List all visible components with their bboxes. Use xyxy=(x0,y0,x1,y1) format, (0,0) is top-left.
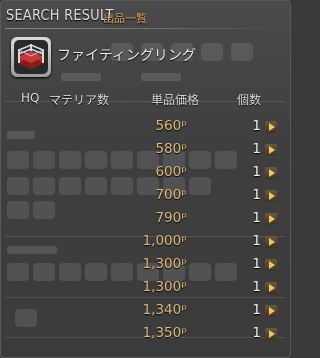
play-arrow-icon[interactable] xyxy=(265,144,277,156)
window-header: SEARCH RESULT 出品一覧 xyxy=(1,1,290,29)
window-title: SEARCH RESULT xyxy=(6,6,114,24)
listing-price: 1,000ᵖ xyxy=(142,233,187,249)
listing-price: 600ᵖ xyxy=(155,164,187,180)
fighting-ring-icon[interactable] xyxy=(11,37,51,77)
listing-row[interactable]: 1,340ᵖ 1 xyxy=(5,299,283,321)
listing-quantity: 1 xyxy=(252,233,261,249)
listing-price: 700ᵖ xyxy=(155,187,187,203)
listing-price: 580ᵖ xyxy=(155,141,187,157)
play-arrow-icon[interactable] xyxy=(265,328,277,340)
listing-row[interactable]: 1,000ᵖ 1 xyxy=(5,230,283,252)
listing-quantity: 1 xyxy=(252,118,261,134)
play-arrow-icon[interactable] xyxy=(265,282,277,294)
play-arrow-icon[interactable] xyxy=(265,121,277,133)
listing-quantity: 1 xyxy=(252,256,261,272)
listing-quantity: 1 xyxy=(252,302,261,318)
item-name: ファイティングリング xyxy=(57,48,196,64)
listing-quantity: 1 xyxy=(252,141,261,157)
column-header-unit-price[interactable]: 単品価格 xyxy=(151,91,199,108)
listing-row[interactable]: 560ᵖ 1 xyxy=(5,115,283,137)
window-subtitle: 出品一覧 xyxy=(103,12,147,25)
listing-price: 1,300ᵖ xyxy=(142,256,187,272)
listing-row[interactable]: 1,300ᵖ 1 xyxy=(5,276,283,298)
listing-price: 560ᵖ xyxy=(155,118,187,134)
listing-row[interactable]: 790ᵖ 1 xyxy=(5,207,283,229)
column-header-hq[interactable]: HQ xyxy=(21,91,39,105)
listing-quantity: 1 xyxy=(252,187,261,203)
listing-price: 790ᵖ xyxy=(155,210,187,226)
listing-price: 1,300ᵖ xyxy=(142,279,187,295)
listing-quantity: 1 xyxy=(252,164,261,180)
listing-row[interactable]: 1,300ᵖ 1 xyxy=(5,253,283,275)
listing-row[interactable]: 600ᵖ 1 xyxy=(5,161,283,183)
play-arrow-icon[interactable] xyxy=(265,259,277,271)
column-header-quantity[interactable]: 個数 xyxy=(237,91,261,108)
listing-quantity: 1 xyxy=(252,325,261,341)
play-arrow-icon[interactable] xyxy=(265,236,277,248)
play-arrow-icon[interactable] xyxy=(265,305,277,317)
play-arrow-icon[interactable] xyxy=(265,167,277,179)
listing-quantity: 1 xyxy=(252,279,261,295)
search-result-window: SEARCH RESULT 出品一覧 ファイティングリング HQ マテリア数 単… xyxy=(0,0,291,358)
listing-row[interactable]: 700ᵖ 1 xyxy=(5,184,283,206)
column-header-materia[interactable]: マテリア数 xyxy=(49,91,109,108)
header-divider xyxy=(5,28,287,29)
play-arrow-icon[interactable] xyxy=(265,190,277,202)
listing-row[interactable]: 580ᵖ 1 xyxy=(5,138,283,160)
item-summary: ファイティングリング xyxy=(11,37,281,81)
listing-quantity: 1 xyxy=(252,210,261,226)
listing-price: 1,350ᵖ xyxy=(142,325,187,341)
play-arrow-icon[interactable] xyxy=(265,213,277,225)
listing-price: 1,340ᵖ xyxy=(142,302,187,318)
listing-row[interactable]: 1,350ᵖ 1 xyxy=(5,322,283,344)
